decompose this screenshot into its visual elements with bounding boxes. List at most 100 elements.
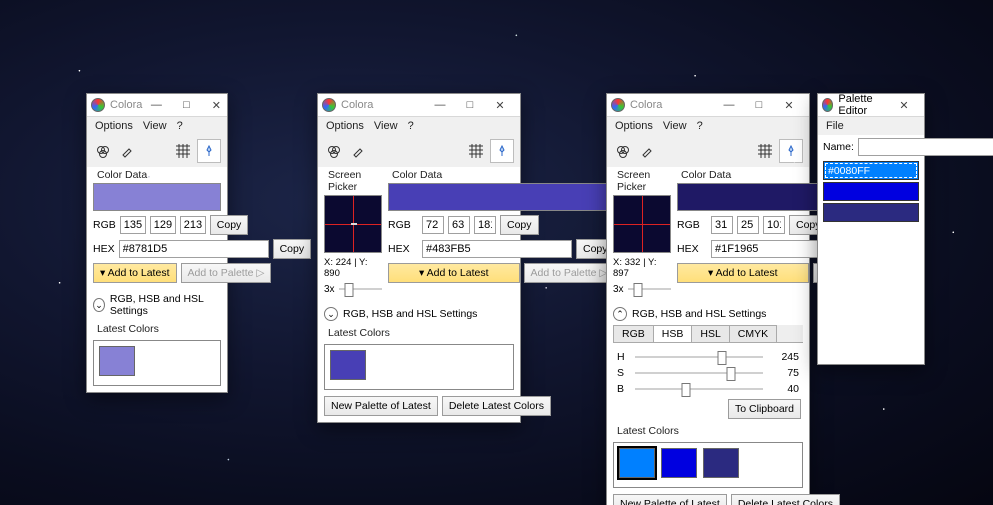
latest-swatch[interactable] — [99, 346, 135, 376]
latest-colors-label: Latest Colors — [318, 325, 520, 341]
add-to-latest-button[interactable]: ▾ Add to Latest — [388, 263, 520, 283]
chevron-up-icon[interactable]: ⌃ — [613, 307, 627, 321]
screen-picker-zoom[interactable] — [324, 195, 382, 253]
picker-icon[interactable] — [613, 141, 633, 161]
rgb-g-input[interactable] — [150, 216, 176, 234]
palette-name-input[interactable] — [858, 138, 993, 156]
rgb-b-input[interactable] — [180, 216, 206, 234]
menu-view[interactable]: View — [374, 120, 398, 132]
picker-icon[interactable] — [324, 141, 344, 161]
grid-icon[interactable] — [466, 141, 486, 161]
latest-swatch[interactable] — [330, 350, 366, 380]
menu-help[interactable]: ? — [177, 120, 183, 132]
copy-rgb-button[interactable]: Copy — [500, 215, 539, 235]
rgb-g-input[interactable] — [737, 216, 759, 234]
delete-latest-button[interactable]: Delete Latest Colors — [731, 494, 840, 505]
new-palette-button[interactable]: New Palette of Latest — [613, 494, 727, 505]
eyedropper-icon[interactable] — [637, 141, 657, 161]
menubar: File — [818, 117, 924, 135]
picker-coords: X: 224 | Y: 890 — [324, 257, 382, 279]
rgb-b-input[interactable] — [474, 216, 496, 234]
titlebar[interactable]: Colora — □ ✕ — [318, 94, 520, 117]
menu-view[interactable]: View — [143, 120, 167, 132]
delete-latest-button[interactable]: Delete Latest Colors — [442, 396, 551, 416]
menu-help[interactable]: ? — [697, 120, 703, 132]
menu-options[interactable]: Options — [95, 120, 133, 132]
picker-coords: X: 332 | Y: 897 — [613, 257, 671, 279]
copy-rgb-button[interactable]: Copy — [210, 215, 249, 235]
rgb-b-input[interactable] — [763, 216, 785, 234]
color-data-label: Color Data — [388, 167, 615, 183]
screen-picker-zoom[interactable] — [613, 195, 671, 253]
add-to-palette-button[interactable]: Add to Palette ▷ — [524, 263, 615, 283]
minimize-button[interactable]: — — [426, 96, 454, 114]
menu-options[interactable]: Options — [615, 120, 653, 132]
close-button[interactable]: ✕ — [890, 96, 918, 114]
name-label: Name: — [823, 141, 854, 153]
toolbar — [87, 135, 227, 167]
tab-cmyk[interactable]: CMYK — [729, 325, 777, 342]
latest-swatch[interactable] — [661, 448, 697, 478]
eyedropper-icon[interactable] — [348, 141, 368, 161]
menu-view[interactable]: View — [663, 120, 687, 132]
copy-hex-button[interactable]: Copy — [273, 239, 312, 259]
maximize-button[interactable]: □ — [745, 96, 773, 114]
minimize-button[interactable]: — — [715, 96, 743, 114]
palette-item[interactable]: #0080FF — [823, 161, 919, 180]
hex-input[interactable] — [119, 240, 269, 258]
settings-row-label: RGB, HSB and HSL Settings — [110, 293, 221, 317]
minimize-button[interactable]: — — [142, 96, 170, 114]
add-to-palette-button[interactable]: Add to Palette ▷ — [181, 263, 272, 283]
maximize-button[interactable]: □ — [456, 96, 484, 114]
rgb-r-input[interactable] — [120, 216, 146, 234]
menubar: Options View ? — [318, 117, 520, 135]
grid-icon[interactable] — [173, 141, 193, 161]
picker-icon[interactable] — [93, 141, 113, 161]
to-clipboard-button[interactable]: To Clipboard — [728, 399, 801, 419]
close-button[interactable]: ✕ — [486, 96, 514, 114]
menu-options[interactable]: Options — [326, 120, 364, 132]
latest-swatch[interactable] — [619, 448, 655, 478]
screen-picker-label: Screen Picker — [613, 167, 671, 195]
menu-help[interactable]: ? — [408, 120, 414, 132]
add-to-latest-button[interactable]: ▾ Add to Latest — [93, 263, 177, 283]
menu-file[interactable]: File — [826, 120, 844, 132]
rgb-r-input[interactable] — [711, 216, 733, 234]
eyedropper-icon[interactable] — [117, 141, 137, 161]
rgb-g-input[interactable] — [448, 216, 470, 234]
window-title: Palette Editor — [838, 93, 890, 117]
zoom-slider[interactable] — [339, 281, 382, 297]
app-icon — [91, 98, 105, 112]
chevron-down-icon[interactable]: ⌄ — [93, 298, 105, 312]
titlebar[interactable]: Colora — □ ✕ — [87, 94, 227, 117]
titlebar[interactable]: Palette Editor ✕ — [818, 94, 924, 117]
hex-input[interactable] — [422, 240, 572, 258]
palette-item[interactable] — [823, 203, 919, 222]
pin-icon[interactable] — [197, 139, 221, 163]
hex-label: HEX — [93, 243, 115, 255]
pin-icon[interactable] — [779, 139, 803, 163]
palette-item[interactable] — [823, 182, 919, 201]
rgb-r-input[interactable] — [422, 216, 444, 234]
menubar: Options View ? — [87, 117, 227, 135]
pin-icon[interactable] — [490, 139, 514, 163]
maximize-button[interactable]: □ — [172, 96, 200, 114]
app-icon — [822, 98, 833, 112]
tab-hsb[interactable]: HSB — [653, 325, 693, 342]
zoom-slider[interactable] — [628, 281, 671, 297]
grid-icon[interactable] — [755, 141, 775, 161]
close-button[interactable]: ✕ — [775, 96, 803, 114]
new-palette-button[interactable]: New Palette of Latest — [324, 396, 438, 416]
titlebar[interactable]: Colora — □ ✕ — [607, 94, 809, 117]
add-to-latest-button[interactable]: ▾ Add to Latest — [677, 263, 809, 283]
tab-rgb[interactable]: RGB — [613, 325, 654, 342]
latest-colors-area — [93, 340, 221, 386]
tab-hsl[interactable]: HSL — [691, 325, 729, 342]
latest-colors-label: Latest Colors — [87, 321, 227, 337]
slider-h[interactable]: H 245 — [607, 349, 809, 365]
slider-s[interactable]: S 75 — [607, 365, 809, 381]
slider-b[interactable]: B 40 — [607, 381, 809, 397]
chevron-down-icon[interactable]: ⌄ — [324, 307, 338, 321]
latest-swatch[interactable] — [703, 448, 739, 478]
close-button[interactable]: ✕ — [202, 96, 230, 114]
